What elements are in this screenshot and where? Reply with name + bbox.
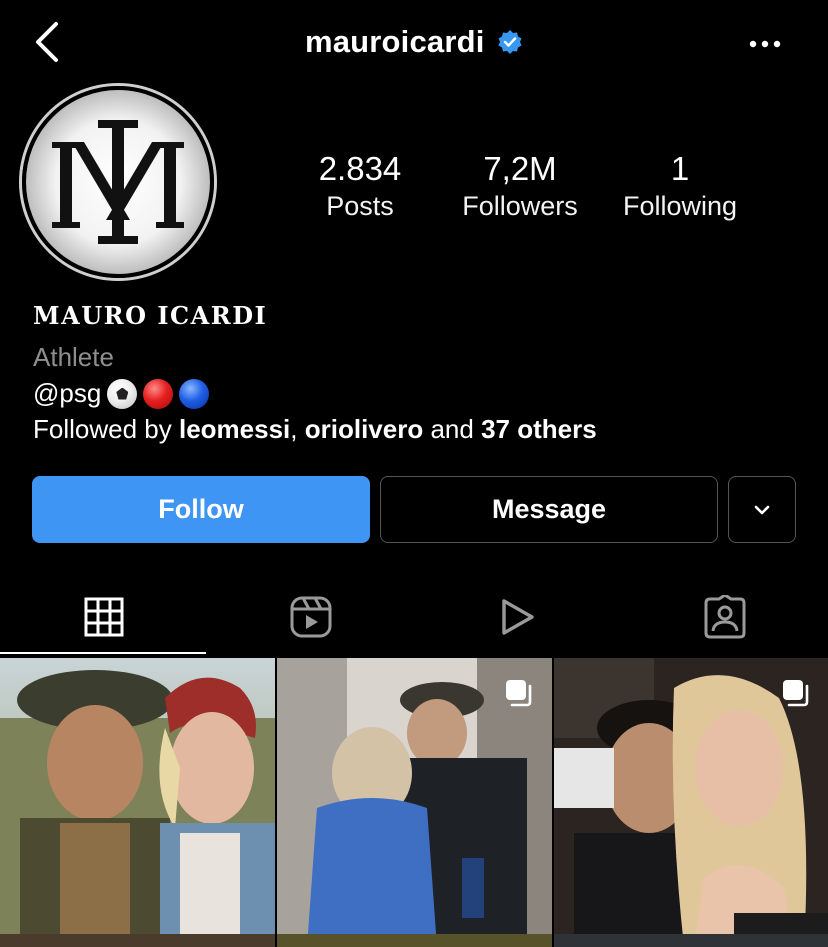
- grid-icon: [84, 597, 123, 637]
- posts-count: 2.834: [318, 150, 402, 187]
- followed-by-user-2: oriolivero: [304, 414, 424, 444]
- red-circle-icon: [143, 378, 174, 409]
- active-tab-indicator: [0, 652, 206, 654]
- mi-monogram-logo: [52, 120, 184, 244]
- multiple-images-icon: [506, 680, 532, 707]
- following-count: 1: [670, 150, 690, 187]
- post-thumbnail-1[interactable]: [0, 658, 275, 947]
- profile-avatar[interactable]: [22, 86, 214, 278]
- bio-line: @psg: [33, 378, 210, 409]
- post-thumbnail-2[interactable]: [277, 658, 552, 947]
- tab-reels[interactable]: [207, 578, 414, 656]
- profile-header: mauroicardi: [0, 24, 828, 60]
- message-button[interactable]: Message: [380, 476, 718, 543]
- followed-by-and: and: [430, 414, 474, 444]
- suggested-accounts-button[interactable]: [728, 476, 796, 543]
- post-thumbnail-4[interactable]: [0, 934, 275, 947]
- profile-display-name: MAURO ICARDI: [33, 301, 268, 330]
- couple-photo-image: [0, 658, 275, 947]
- followed-by-prefix: Followed by: [33, 414, 172, 444]
- following-label: Following: [622, 191, 738, 221]
- blue-circle-icon: [179, 378, 210, 409]
- followed-by-separator: ,: [290, 414, 298, 444]
- follow-button[interactable]: Follow: [32, 476, 370, 543]
- post-thumbnail-5[interactable]: [277, 934, 552, 947]
- video-play-icon: [501, 599, 534, 635]
- tab-posts-grid[interactable]: [0, 578, 207, 656]
- tab-videos[interactable]: [414, 578, 621, 656]
- following-stat[interactable]: 1 Following: [595, 150, 765, 224]
- followers-count: 7,2M: [483, 150, 557, 187]
- soccer-ball-icon: [107, 378, 138, 409]
- bio-mention-link[interactable]: @psg: [33, 378, 101, 409]
- verified-badge-icon: [498, 30, 522, 54]
- followed-by-user-1: leomessi: [178, 414, 291, 444]
- followers-label: Followers: [462, 191, 578, 221]
- tab-tagged[interactable]: [621, 578, 828, 656]
- followers-stat[interactable]: 7,2M Followers: [435, 150, 605, 224]
- username-title: mauroicardi: [304, 24, 485, 59]
- followed-by-text[interactable]: Followed by leomessi, oriolivero and 37 …: [33, 414, 597, 445]
- chevron-down-icon: [754, 505, 770, 514]
- post-thumbnail-6[interactable]: [554, 934, 828, 947]
- multiple-images-icon: [783, 680, 809, 707]
- more-options-icon[interactable]: [748, 36, 782, 52]
- post-thumbnail-3[interactable]: [554, 658, 828, 947]
- followed-by-others: 37 others: [481, 414, 597, 444]
- tagged-person-icon: [704, 595, 745, 639]
- posts-stat[interactable]: 2.834 Posts: [275, 150, 445, 224]
- profile-category: Athlete: [33, 342, 114, 372]
- posts-label: Posts: [326, 191, 394, 221]
- reels-icon: [290, 596, 331, 638]
